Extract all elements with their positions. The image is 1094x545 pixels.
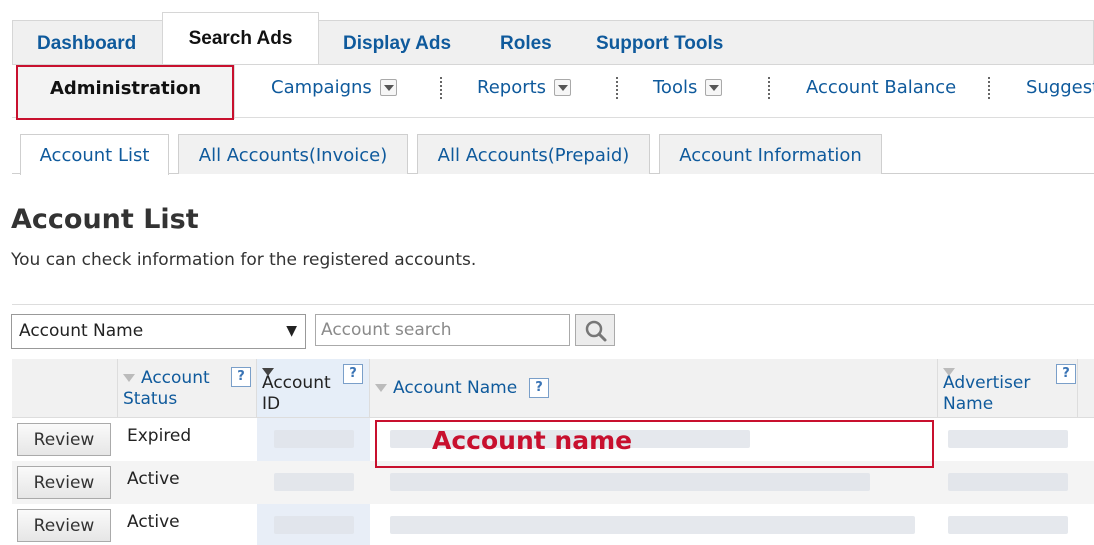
- search-icon: [585, 320, 607, 342]
- tab-account-information[interactable]: Account Information: [659, 134, 882, 174]
- tab-search-ads[interactable]: Search Ads: [162, 12, 319, 66]
- table-row: Review Active: [12, 504, 1094, 545]
- header-account-id-label: Account ID: [262, 373, 331, 414]
- review-button[interactable]: Review: [17, 423, 111, 456]
- nav-reports-label: Reports: [477, 77, 547, 98]
- nav-separator: [440, 77, 442, 99]
- account-status-cell: Active: [127, 469, 180, 489]
- nav-account-balance[interactable]: Account Balance: [806, 65, 956, 115]
- header-account-name[interactable]: Account Name ?: [370, 359, 938, 418]
- review-button[interactable]: Review: [17, 466, 111, 499]
- account-name-callout-label: Account name: [432, 426, 633, 455]
- search-field-select[interactable]: Account Name ▼: [11, 314, 306, 349]
- account-status-cell: Expired: [127, 426, 192, 446]
- header-advertiser-name-label: Advertiser Name: [943, 373, 1031, 414]
- account-status-cell: Active: [127, 512, 180, 532]
- nav-reports[interactable]: Reports: [477, 65, 572, 115]
- help-icon[interactable]: ?: [1056, 364, 1076, 384]
- account-id-redacted: [274, 430, 354, 448]
- page-title: Account List: [11, 204, 199, 235]
- tab-display-ads[interactable]: Display Ads: [343, 21, 451, 65]
- tab-roles[interactable]: Roles: [500, 21, 552, 65]
- nav-tools-label: Tools: [653, 77, 698, 98]
- account-id-redacted: [274, 473, 354, 491]
- account-name-redacted: [390, 473, 870, 491]
- nav-tools[interactable]: Tools: [653, 65, 723, 115]
- nav-separator: [616, 77, 618, 99]
- account-name-redacted: [390, 516, 915, 534]
- nav-campaigns-label: Campaigns: [271, 77, 372, 98]
- nav-suggest[interactable]: Suggest: [1026, 65, 1094, 115]
- sort-icon: [123, 374, 135, 382]
- header-account-status-label: Account Status: [123, 368, 210, 409]
- section-divider: [12, 304, 1094, 305]
- account-id-redacted: [274, 516, 354, 534]
- header-next-column[interactable]: [1078, 359, 1094, 418]
- top-tab-bar: Dashboard Search Ads Display Ads Roles S…: [12, 12, 1094, 66]
- advertiser-name-redacted: [948, 430, 1068, 448]
- dropdown-arrow-icon: ▼: [286, 323, 297, 339]
- header-account-status[interactable]: Account Status ?: [118, 359, 257, 418]
- header-account-name-label: Account Name: [375, 378, 517, 399]
- nav-administration[interactable]: Administration: [16, 65, 235, 119]
- help-icon[interactable]: ?: [231, 367, 251, 387]
- tab-all-accounts-prepaid[interactable]: All Accounts(Prepaid): [417, 134, 650, 174]
- search-button[interactable]: [575, 314, 615, 346]
- chevron-down-icon[interactable]: [705, 78, 723, 96]
- header-account-id[interactable]: Account ID ?: [257, 359, 370, 418]
- nav-separator: [768, 77, 770, 99]
- search-field-selected: Account Name: [19, 321, 144, 341]
- tab-dashboard[interactable]: Dashboard: [37, 21, 136, 65]
- tab-account-list[interactable]: Account List: [20, 134, 169, 175]
- tab-all-accounts-invoice[interactable]: All Accounts(Invoice): [178, 134, 408, 174]
- advertiser-name-redacted: [948, 516, 1068, 534]
- chevron-down-icon[interactable]: [554, 78, 572, 96]
- chevron-down-icon[interactable]: [379, 78, 397, 96]
- header-advertiser-name[interactable]: Advertiser Name ?: [938, 359, 1078, 418]
- tab-support-tools[interactable]: Support Tools: [596, 21, 723, 65]
- nav-separator: [988, 77, 990, 99]
- sub-nav-bar: Administration Campaigns Reports Tools A…: [12, 64, 1094, 119]
- page-description: You can check information for the regist…: [11, 250, 477, 270]
- help-icon[interactable]: ?: [529, 378, 549, 398]
- advertiser-name-redacted: [948, 473, 1068, 491]
- header-actions: [12, 359, 118, 418]
- account-search-input[interactable]: [315, 314, 570, 346]
- nav-campaigns[interactable]: Campaigns: [271, 65, 397, 115]
- review-button[interactable]: Review: [17, 509, 111, 542]
- help-icon[interactable]: ?: [343, 364, 363, 384]
- account-name-callout: Account name: [375, 420, 934, 468]
- sort-icon: [375, 384, 387, 392]
